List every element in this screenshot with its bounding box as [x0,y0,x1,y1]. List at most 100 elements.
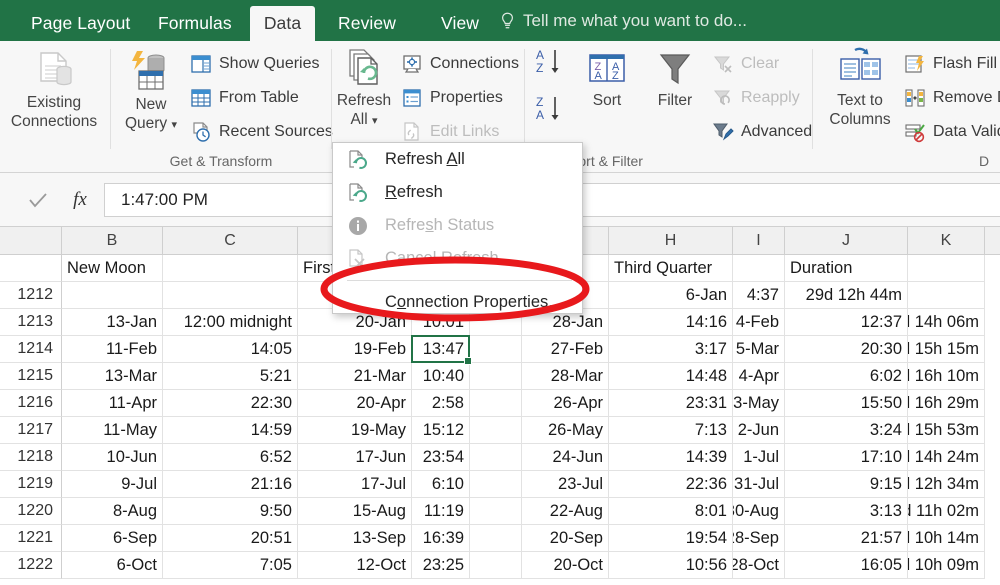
existing-connections-button[interactable]: Existing Connections [4,47,104,131]
cell-J1218[interactable]: 17:10 [785,444,908,471]
show-queries-button[interactable]: Show Queries [190,51,320,77]
cell-K1214[interactable]: 29d 15h 15m [908,336,985,363]
cell-E1221[interactable]: 16:39 [412,525,470,552]
cell-J1220[interactable]: 3:13 [785,498,908,525]
insert-function-button[interactable]: fx [60,185,100,215]
cell-H1218[interactable]: 14:39 [609,444,733,471]
cell-H1222[interactable]: 10:56 [609,552,733,579]
column-header-k[interactable]: K [908,227,985,254]
row-header[interactable]: 1216 [0,390,62,417]
cell-B1222[interactable]: 6-Oct [62,552,163,579]
cell-D1214[interactable]: 19-Feb [298,336,412,363]
remove-duplicates-button[interactable]: Remove Du [904,85,1000,111]
cell-E1222[interactable]: 23:25 [412,552,470,579]
advanced-filter-button[interactable]: Advanced [712,119,812,145]
cell-D1222[interactable]: 12-Oct [298,552,412,579]
cell-Chdr[interactable] [163,255,298,282]
cell-C1213[interactable]: 12:00 midnight [163,309,298,336]
cell-E1215[interactable]: 10:40 [412,363,470,390]
cell-G1219[interactable]: 23-Jul [522,471,609,498]
cell-F1222[interactable] [470,552,522,579]
cell-H1221[interactable]: 19:54 [609,525,733,552]
cell-K1218[interactable]: 29d 14h 24m [908,444,985,471]
row-header[interactable]: 1214 [0,336,62,363]
cell-K1221[interactable]: 29d 10h 14m [908,525,985,552]
cell-G1220[interactable]: 22-Aug [522,498,609,525]
cell-J1221[interactable]: 21:57 [785,525,908,552]
cell-D1215[interactable]: 21-Mar [298,363,412,390]
row-header[interactable]: 1219 [0,471,62,498]
tab-view[interactable]: View [428,5,492,41]
tell-me-search[interactable]: Tell me what you want to do... [500,5,747,37]
cell-C1218[interactable]: 6:52 [163,444,298,471]
data-validation-button[interactable]: Data Validat [904,119,1000,145]
cell-G1215[interactable]: 28-Mar [522,363,609,390]
cell-Hhdr[interactable]: Third Quarter [609,255,733,282]
tab-review[interactable]: Review [325,5,409,41]
cell-K1219[interactable]: 29d 12h 34m [908,471,985,498]
cell-D1216[interactable]: 20-Apr [298,390,412,417]
cell-I1221[interactable]: 28-Sep [733,525,785,552]
cell-H1217[interactable]: 7:13 [609,417,733,444]
cell-I1220[interactable]: 30-Aug [733,498,785,525]
cell-Jhdr[interactable]: Duration [785,255,908,282]
formula-accept-button[interactable] [16,185,60,215]
cell-G1217[interactable]: 26-May [522,417,609,444]
cell-C1214[interactable]: 14:05 [163,336,298,363]
cell-F1216[interactable] [470,390,522,417]
cell-F1219[interactable] [470,471,522,498]
cell-G1221[interactable]: 20-Sep [522,525,609,552]
tab-page-layout[interactable]: Page Layout [18,5,143,41]
cell-H1216[interactable]: 23:31 [609,390,733,417]
cell-J1214[interactable]: 20:30 [785,336,908,363]
cell-I1219[interactable]: 31-Jul [733,471,785,498]
cell-B1212[interactable] [62,282,163,309]
cell-C1222[interactable]: 7:05 [163,552,298,579]
row-header[interactable]: 1215 [0,363,62,390]
cell-G1214[interactable]: 27-Feb [522,336,609,363]
column-header-h[interactable]: H [609,227,733,254]
cell-I1217[interactable]: 2-Jun [733,417,785,444]
cell-B1213[interactable]: 13-Jan [62,309,163,336]
recent-sources-button[interactable]: Recent Sources [190,119,333,145]
menu-item-refresh-all[interactable]: Refresh All [333,143,582,176]
cell-K1212[interactable] [908,282,985,309]
cell-C1212[interactable] [163,282,298,309]
cell-F1221[interactable] [470,525,522,552]
cell-F1218[interactable] [470,444,522,471]
cell-E1218[interactable]: 23:54 [412,444,470,471]
cell-D1217[interactable]: 19-May [298,417,412,444]
cell-I1212[interactable]: 4:37 [733,282,785,309]
row-header[interactable] [0,255,62,282]
cell-H1213[interactable]: 14:16 [609,309,733,336]
row-header[interactable]: 1222 [0,552,62,579]
cell-B1216[interactable]: 11-Apr [62,390,163,417]
cell-G1216[interactable]: 26-Apr [522,390,609,417]
cell-J1219[interactable]: 9:15 [785,471,908,498]
column-header-c[interactable]: C [163,227,298,254]
cell-H1215[interactable]: 14:48 [609,363,733,390]
cell-C1217[interactable]: 14:59 [163,417,298,444]
cell-K1216[interactable]: 29d 16h 29m [908,390,985,417]
cell-J1216[interactable]: 15:50 [785,390,908,417]
row-header[interactable]: 1212 [0,282,62,309]
cell-C1220[interactable]: 9:50 [163,498,298,525]
cell-H1220[interactable]: 8:01 [609,498,733,525]
column-header-i[interactable]: I [733,227,785,254]
cell-B1214[interactable]: 11-Feb [62,336,163,363]
cell-I1214[interactable]: 5-Mar [733,336,785,363]
cell-C1219[interactable]: 21:16 [163,471,298,498]
cell-H1219[interactable]: 22:36 [609,471,733,498]
cell-B1221[interactable]: 6-Sep [62,525,163,552]
cell-F1215[interactable] [470,363,522,390]
cell-J1212[interactable]: 29d 12h 44m [785,282,908,309]
cell-F1220[interactable] [470,498,522,525]
refresh-all-button[interactable]: Refresh All ▾ [333,45,395,131]
connections-button[interactable]: Connections [401,51,519,77]
properties-button[interactable]: Properties [401,85,503,111]
menu-item-connection-properties[interactable]: Connection Properties... [333,286,582,314]
cell-J1217[interactable]: 3:24 [785,417,908,444]
cell-C1221[interactable]: 20:51 [163,525,298,552]
sort-button[interactable]: Z A A Z Sort [576,49,638,110]
cell-K1215[interactable]: 29d 16h 10m [908,363,985,390]
